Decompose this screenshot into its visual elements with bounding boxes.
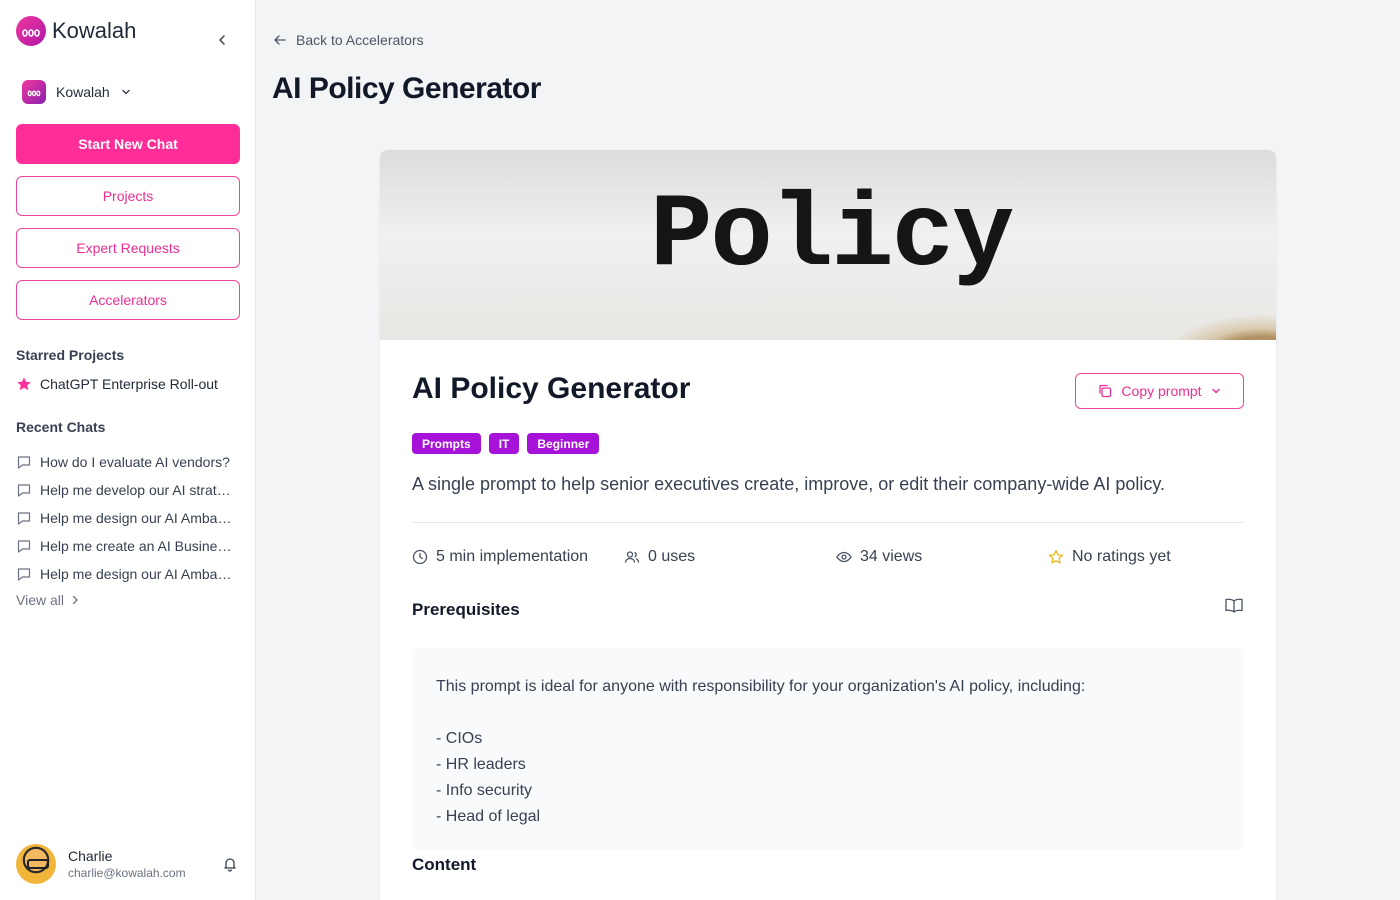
bell-icon — [224, 858, 236, 872]
recent-chat-item[interactable]: Help me develop our AI strategy — [16, 476, 240, 504]
view-all-label: View all — [16, 592, 64, 608]
workspace-switcher[interactable]: Kowalah — [22, 80, 132, 104]
recent-chat-label: Help me design our AI Ambassadors — [40, 510, 238, 526]
workspace-logo-icon — [22, 80, 46, 104]
chevron-left-icon — [219, 35, 225, 45]
copy-prompt-label: Copy prompt — [1121, 383, 1202, 399]
recent-chat-item[interactable]: How do I evaluate AI vendors? — [16, 448, 240, 476]
prereq-line: This prompt is ideal for anyone with res… — [436, 678, 1086, 695]
tag-badge: IT — [488, 433, 520, 454]
app-logo[interactable]: Kowalah — [16, 14, 136, 48]
back-to-accelerators-link[interactable]: Back to Accelerators — [272, 32, 424, 48]
chat-bubble-icon — [17, 484, 31, 497]
expert-requests-button[interactable]: Expert Requests — [16, 228, 240, 268]
recent-chat-item[interactable]: Help me design our AI Ambassadors — [16, 560, 240, 588]
projects-button[interactable]: Projects — [16, 176, 240, 216]
view-all-chats-link[interactable]: View all — [16, 592, 80, 608]
recent-chat-label: Help me create an AI Business case — [40, 538, 238, 554]
uses-text: 0 uses — [648, 548, 696, 565]
implementation-time-stat: 5 min implementation — [412, 548, 588, 566]
tag-badge: Prompts — [412, 433, 481, 454]
accelerator-description: A single prompt to help senior executive… — [412, 474, 1166, 494]
divider — [412, 522, 1244, 523]
user-name: Charlie — [68, 848, 113, 864]
chevron-right-icon — [72, 595, 78, 605]
chevron-down-icon — [122, 89, 130, 95]
rating-text: No ratings yet — [1072, 548, 1171, 565]
chat-bubble-icon — [17, 568, 31, 581]
chevron-down-icon — [1211, 388, 1220, 394]
workspace-name: Kowalah — [56, 84, 110, 100]
user-profile[interactable]: Charlie charlie@kowalah.com — [16, 842, 240, 886]
recent-chats-list: How do I evaluate AI vendors? Help me de… — [16, 448, 240, 588]
eye-icon — [836, 551, 852, 563]
recent-chat-item[interactable]: Help me create an AI Business case — [16, 532, 240, 560]
collapse-sidebar-button[interactable] — [212, 30, 232, 50]
kowalah-logo-icon — [16, 16, 46, 46]
avatar — [16, 844, 56, 884]
views-text: 34 views — [860, 548, 923, 565]
back-link-label: Back to Accelerators — [296, 32, 424, 48]
sidebar: Kowalah Kowalah Start New Chat Projects … — [0, 0, 256, 900]
recent-chat-label: Help me design our AI Ambassadors — [40, 566, 238, 582]
star-outline-icon — [1048, 550, 1064, 564]
chat-bubble-icon — [17, 512, 31, 525]
arrow-left-icon — [274, 35, 286, 45]
users-icon — [624, 551, 640, 563]
prereq-line — [436, 700, 1220, 726]
user-email: charlie@kowalah.com — [68, 866, 186, 880]
hero-image: Policy — [380, 150, 1276, 340]
starred-project-item[interactable]: ChatGPT Enterprise Roll-out — [16, 376, 218, 392]
prereq-line: - CIOs — [436, 730, 483, 747]
copy-prompt-button[interactable]: Copy prompt — [1075, 373, 1244, 409]
recent-chat-label: Help me develop our AI strategy — [40, 482, 238, 498]
prereq-line: - Info security — [436, 782, 533, 799]
hero-image-word: Policy — [650, 178, 1014, 296]
chat-bubble-icon — [17, 456, 31, 469]
recent-chat-item[interactable]: Help me design our AI Ambassadors — [16, 504, 240, 532]
accelerators-button[interactable]: Accelerators — [16, 280, 240, 320]
recent-chats-heading: Recent Chats — [16, 419, 106, 435]
prerequisites-heading: Prerequisites — [412, 600, 520, 619]
starred-project-label: ChatGPT Enterprise Roll-out — [40, 376, 218, 392]
book-icon[interactable] — [1224, 596, 1244, 616]
tag-badge: Beginner — [527, 433, 600, 454]
prereq-line: - Head of legal — [436, 808, 541, 825]
page-title: AI Policy Generator — [272, 72, 541, 105]
app-name: Kowalah — [52, 18, 137, 43]
prerequisites-content: This prompt is ideal for anyone with res… — [412, 648, 1244, 850]
prereq-line: - HR leaders — [436, 756, 526, 773]
implementation-time-text: 5 min implementation — [436, 548, 589, 565]
clock-icon — [412, 549, 428, 565]
chat-bubble-icon — [17, 540, 31, 553]
notifications-button[interactable] — [220, 854, 240, 874]
start-new-chat-button[interactable]: Start New Chat — [16, 124, 240, 164]
accelerator-card: Policy AI Policy Generator Copy prompt P… — [380, 150, 1276, 900]
recent-chat-label: How do I evaluate AI vendors? — [40, 454, 230, 470]
views-stat: 34 views — [836, 548, 922, 566]
uses-stat: 0 uses — [624, 548, 695, 566]
content-heading: Content — [412, 855, 477, 874]
star-icon — [17, 377, 31, 391]
rating-stat: No ratings yet — [1048, 548, 1171, 566]
copy-icon — [1099, 384, 1112, 398]
tag-list: Prompts IT Beginner — [412, 433, 600, 454]
accelerator-title: AI Policy Generator — [412, 372, 691, 405]
starred-projects-heading: Starred Projects — [16, 347, 125, 363]
